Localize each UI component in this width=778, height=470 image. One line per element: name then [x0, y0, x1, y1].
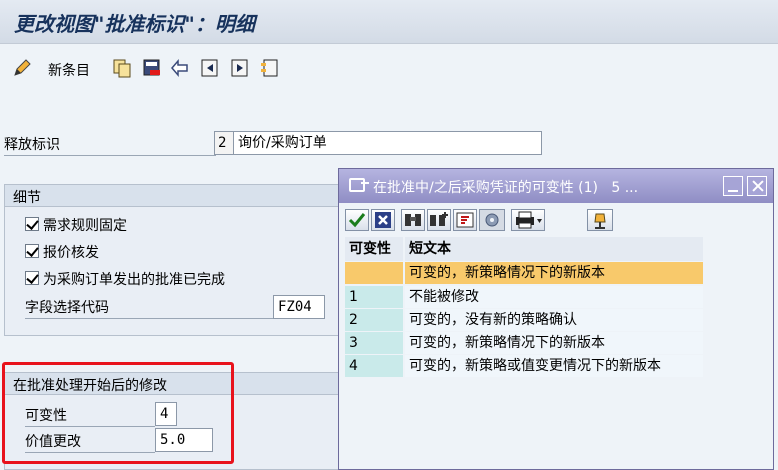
- table-row[interactable]: 3 可变的，新策略情况下的新版本: [345, 332, 703, 354]
- release-indicator-code[interactable]: 2: [214, 131, 234, 155]
- row-text: 可变的，新策略情况下的新版本: [405, 332, 703, 354]
- table-row[interactable]: 4 可变的，新策略或值变更情况下的新版本: [345, 355, 703, 377]
- row-key: 2: [345, 309, 403, 331]
- checkmark-icon: [348, 213, 366, 228]
- next-entry-icon[interactable]: [230, 58, 250, 78]
- requirements-fixed-label: 需求规则固定: [43, 218, 127, 234]
- row-key: 3: [345, 332, 403, 354]
- row-text: 可变的，新策略情况下的新版本: [405, 262, 703, 284]
- rfq-release-checkbox[interactable]: [25, 244, 39, 258]
- print-button[interactable]: [511, 209, 545, 231]
- copy-icon[interactable]: [112, 58, 132, 78]
- sort-icon: [456, 212, 474, 228]
- requirements-fixed-checkbox[interactable]: [25, 217, 39, 231]
- release-indicator-description: 询价/采购订单: [233, 131, 542, 155]
- po-release-complete-label: 为采购订单发出的批准已完成: [43, 272, 225, 288]
- row-key: 4: [345, 355, 403, 377]
- details-group-title: 细节: [5, 185, 339, 207]
- page-title: 更改视图"批准标识"：明细: [14, 12, 255, 36]
- table-row[interactable]: 可变的，新策略情况下的新版本: [345, 262, 703, 284]
- row-text: 可变的，没有新的策略确认: [405, 309, 703, 331]
- cancel-button[interactable]: [371, 209, 395, 231]
- close-button[interactable]: [747, 176, 767, 196]
- cancel-icon: [375, 212, 391, 228]
- release-indicator-label: 释放标识: [4, 134, 216, 156]
- settings-button[interactable]: [479, 209, 505, 231]
- row-key: [345, 262, 403, 284]
- delete-icon[interactable]: [142, 58, 162, 78]
- popup-title: 在批准中/之后采购凭证的可变性 (1) 5 ...: [373, 180, 639, 196]
- window-icon: [349, 178, 369, 192]
- previous-entry-icon[interactable]: [200, 58, 220, 78]
- row-text: 可变的，新策略或值变更情况下的新版本: [405, 355, 703, 377]
- gear-icon: [485, 213, 499, 227]
- row-text: 不能被修改: [405, 286, 703, 308]
- minimize-button[interactable]: [723, 176, 743, 196]
- popup-title-bar: 在批准中/之后采购凭证的可变性 (1) 5 ...: [339, 169, 773, 203]
- field-selection-input[interactable]: FZ04: [273, 295, 325, 319]
- undo-change-icon[interactable]: [170, 58, 190, 78]
- binoculars-icon: [405, 214, 421, 226]
- table-row[interactable]: 2 可变的，没有新的策略确认: [345, 309, 703, 331]
- info-button[interactable]: [587, 209, 613, 231]
- highlight-box: [2, 362, 234, 464]
- lamp-icon: [594, 213, 606, 229]
- application-toolbar: 新条目: [0, 44, 778, 94]
- details-group: 细节 需求规则固定 报价核发 为采购订单发出的批准已完成 字段选择代码 FZ04: [4, 184, 340, 336]
- confirm-button[interactable]: [345, 209, 369, 231]
- new-entries-button[interactable]: 新条目: [48, 60, 90, 80]
- select-entries-icon[interactable]: [260, 58, 280, 78]
- row-key: 1: [345, 286, 403, 308]
- window-title-bar: 更改视图"批准标识"：明细: [0, 0, 778, 44]
- printer-icon: [516, 211, 542, 229]
- table-row[interactable]: 1 不能被修改: [345, 286, 703, 308]
- sort-button[interactable]: [453, 209, 477, 231]
- find-next-button[interactable]: [427, 209, 451, 231]
- find-button[interactable]: [401, 209, 425, 231]
- column-header-text[interactable]: 短文本: [405, 237, 703, 261]
- field-selection-label: 字段选择代码: [25, 297, 275, 319]
- value-help-popup: 在批准中/之后采购凭证的可变性 (1) 5 ... 可变性 短文本 可变的，新策…: [338, 168, 774, 470]
- binoculars-plus-icon: [430, 212, 448, 226]
- column-header-key[interactable]: 可变性: [345, 237, 403, 261]
- po-release-complete-checkbox[interactable]: [25, 271, 39, 285]
- rfq-release-label: 报价核发: [43, 245, 99, 261]
- change-pencil-icon[interactable]: [12, 58, 32, 78]
